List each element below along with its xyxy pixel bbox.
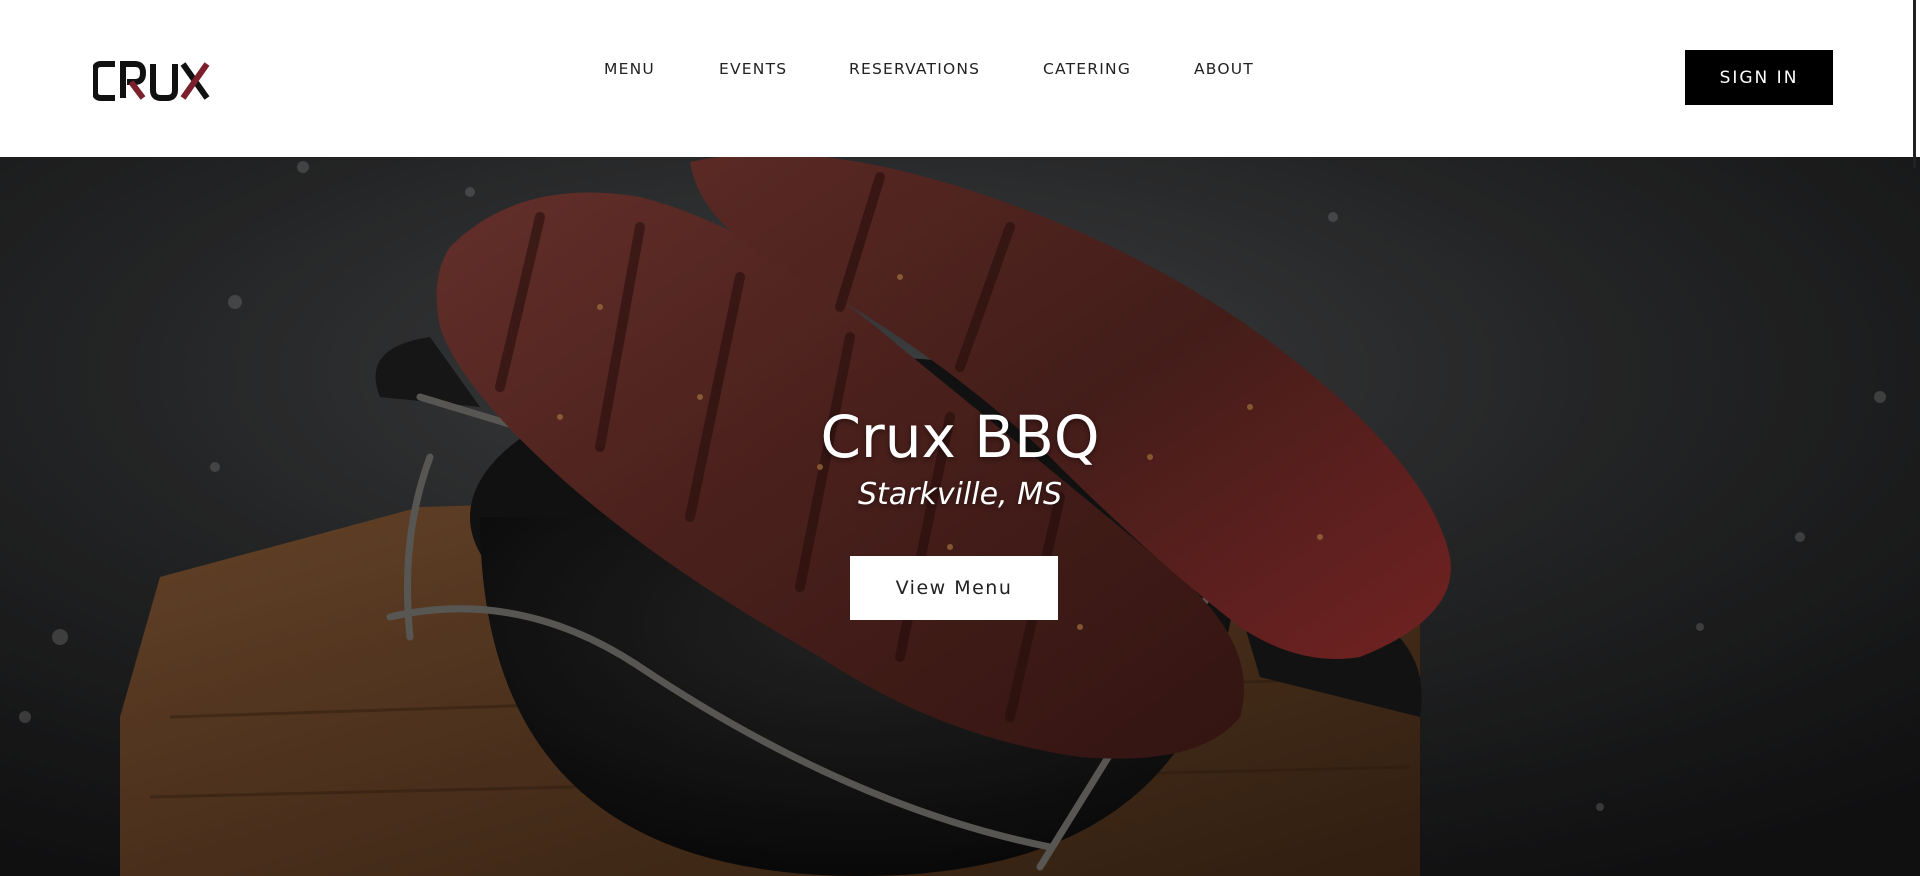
hero-subtitle: Starkville, MS: [857, 477, 1063, 512]
hero-overlay: [0, 157, 1920, 876]
nav-menu[interactable]: MENU: [604, 58, 655, 80]
hero-section: Crux BBQ Starkville, MS View Menu: [0, 157, 1920, 876]
main-nav: MENU EVENTS RESERVATIONS CATERING ABOUT: [0, 58, 1920, 80]
scrollbar-thumb[interactable]: [1913, 0, 1916, 168]
nav-events[interactable]: EVENTS: [719, 58, 787, 80]
nav-reservations[interactable]: RESERVATIONS: [849, 58, 980, 80]
page: MENU EVENTS RESERVATIONS CATERING ABOUT …: [0, 0, 1920, 876]
nav-about[interactable]: ABOUT: [1194, 58, 1254, 80]
view-menu-button[interactable]: View Menu: [850, 556, 1058, 620]
sign-in-button[interactable]: SIGN IN: [1685, 50, 1833, 105]
nav-catering[interactable]: CATERING: [1043, 58, 1131, 80]
hero-title: Crux BBQ: [820, 403, 1100, 471]
site-header: MENU EVENTS RESERVATIONS CATERING ABOUT …: [0, 0, 1920, 157]
